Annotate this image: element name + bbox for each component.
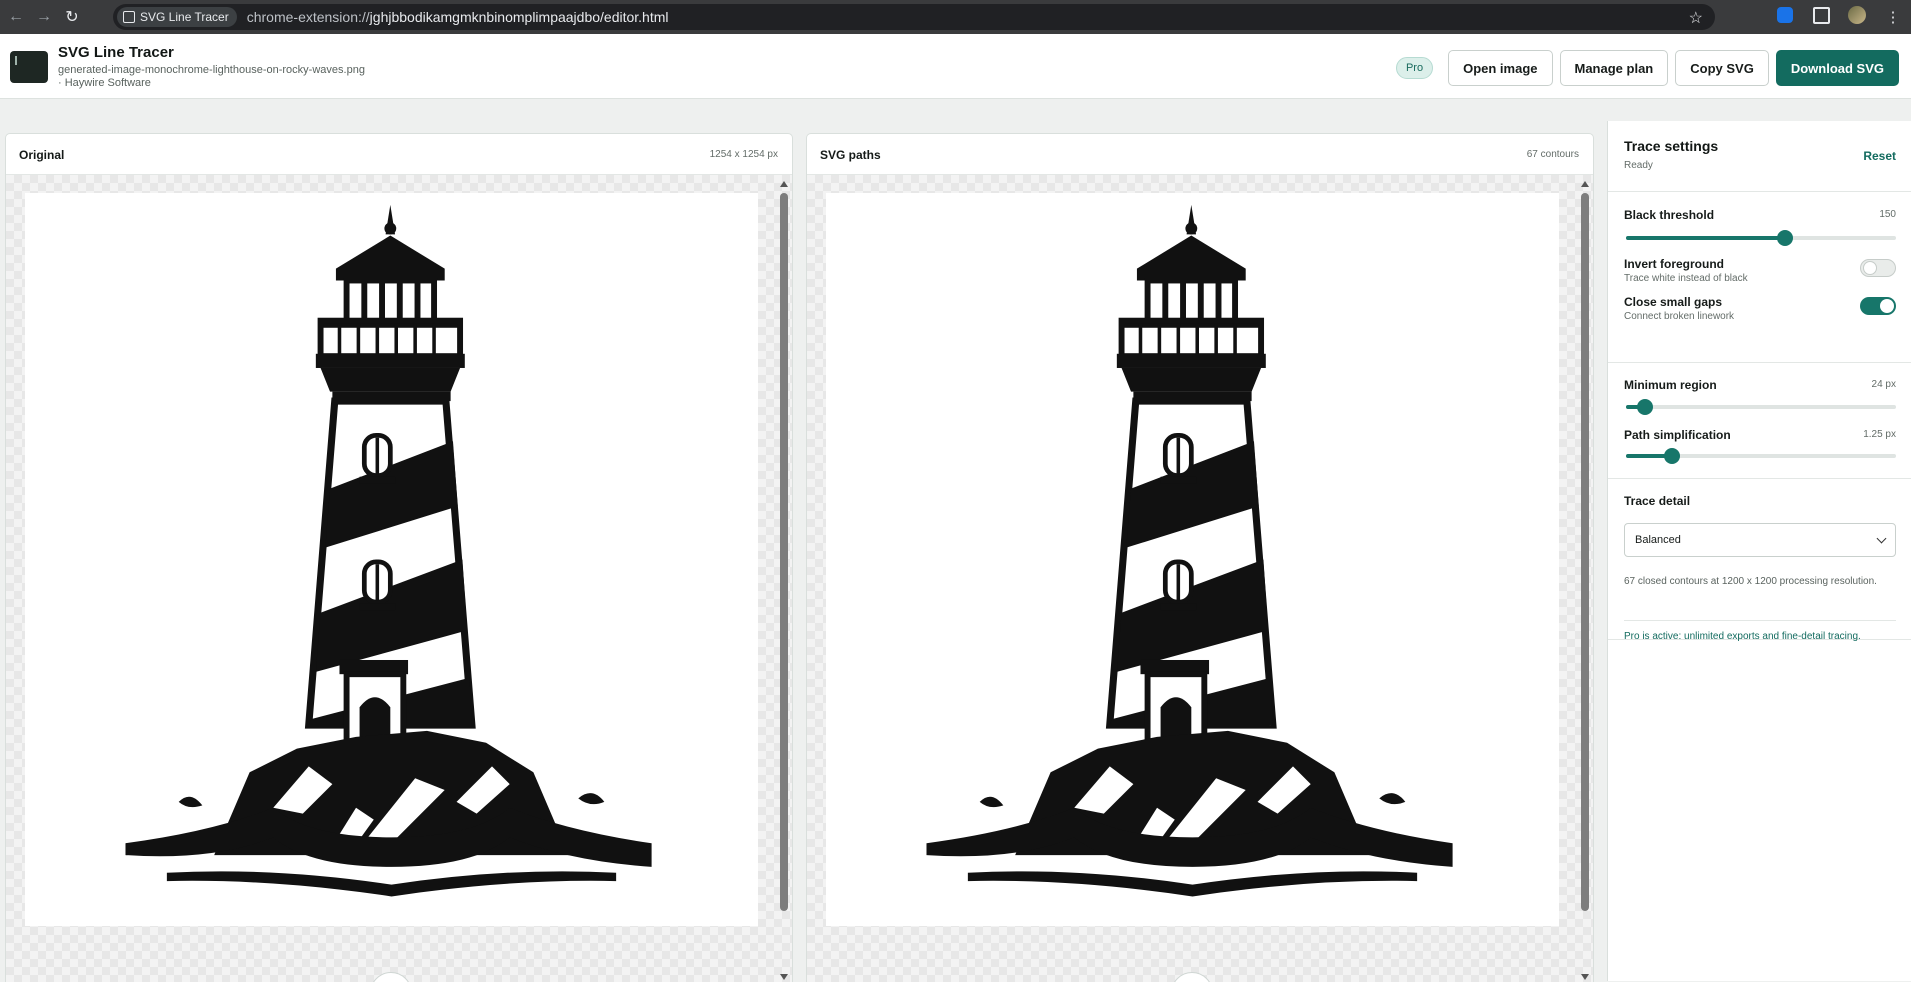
- scroll-thumb[interactable]: [780, 193, 788, 911]
- minimum-region-label: Minimum region: [1624, 378, 1717, 392]
- pro-badge: Pro: [1395, 57, 1434, 79]
- close-gaps-label: Close small gaps: [1624, 295, 1723, 309]
- open-image-button[interactable]: Open image: [1448, 50, 1553, 86]
- star-icon[interactable]: ☆: [1689, 8, 1703, 28]
- back-icon[interactable]: ←: [2, 8, 30, 26]
- lighthouse-image: [25, 193, 758, 926]
- reset-button[interactable]: Reset: [1863, 149, 1896, 163]
- file-name: generated-image-monochrome-lighthouse-on…: [58, 64, 365, 76]
- close-gaps-toggle[interactable]: [1860, 297, 1896, 315]
- download-svg-button[interactable]: Download SVG: [1775, 50, 1899, 86]
- status-text: Ready: [1624, 160, 1653, 171]
- settings-header: Trace settings Ready Reset: [1608, 121, 1911, 192]
- chevron-down-icon: [1876, 533, 1887, 544]
- detail-section: Trace detail Balanced 67 closed contours…: [1608, 479, 1911, 642]
- contour-count: 67 contours: [1526, 149, 1579, 160]
- slider-knob[interactable]: [1777, 230, 1794, 246]
- path-simplification-label: Path simplification: [1624, 428, 1731, 442]
- browser-toolbar: ← → ↻ SVG Line Tracer chrome-extension:/…: [0, 0, 1911, 34]
- invert-label: Invert foreground: [1624, 257, 1725, 271]
- copy-svg-button[interactable]: Copy SVG: [1675, 50, 1769, 86]
- trace-detail-label: Trace detail: [1624, 494, 1691, 508]
- traced-lighthouse: [826, 193, 1559, 926]
- pro-status-note: Pro is active: unlimited exports and fin…: [1624, 631, 1861, 642]
- invert-sub: Trace white instead of black: [1624, 273, 1748, 284]
- svg-canvas[interactable]: M: [807, 175, 1593, 982]
- image-dimensions: 1254 x 1254 px: [709, 149, 778, 160]
- app-header: SVG Line Tracer generated-image-monochro…: [0, 34, 1911, 99]
- region-section: Minimum region 24 px Path simplification…: [1608, 363, 1911, 479]
- app-title: SVG Line Tracer: [58, 44, 174, 61]
- black-threshold-value: 150: [1879, 209, 1896, 220]
- scroll-down-icon[interactable]: [780, 974, 788, 980]
- trace-info: 67 closed contours at 1200 x 1200 proces…: [1624, 576, 1877, 587]
- divider: [1624, 620, 1896, 621]
- avatar-icon[interactable]: [1839, 6, 1875, 28]
- black-threshold-label: Black threshold: [1624, 208, 1715, 222]
- scrollbar[interactable]: [1579, 179, 1591, 982]
- url-scheme: chrome-extension://: [246, 9, 370, 25]
- scroll-thumb[interactable]: [1581, 193, 1589, 911]
- black-threshold-slider[interactable]: [1626, 230, 1896, 246]
- trace-detail-value: Balanced: [1635, 534, 1681, 546]
- site-chip[interactable]: SVG Line Tracer: [117, 7, 237, 27]
- original-image: [25, 193, 758, 926]
- extension-icon: [123, 11, 135, 23]
- app-logo: [10, 51, 48, 83]
- reload-icon[interactable]: ↻: [58, 7, 86, 27]
- svg-preview: [826, 193, 1559, 926]
- slider-knob[interactable]: [1663, 448, 1680, 464]
- original-panel-header: Original 1254 x 1254 px: [6, 134, 792, 175]
- scroll-up-icon[interactable]: [780, 181, 788, 187]
- trace-settings-sidebar: Trace settings Ready Reset Black thresho…: [1607, 121, 1911, 981]
- vendor-name: · Haywire Software: [58, 77, 151, 89]
- path-simplification-slider[interactable]: [1626, 448, 1896, 464]
- puzzle-icon[interactable]: [1803, 6, 1839, 28]
- panel-title: Original: [19, 148, 65, 162]
- original-canvas[interactable]: +: [6, 175, 792, 982]
- site-chip-label: SVG Line Tracer: [140, 10, 229, 24]
- url-text[interactable]: chrome-extension://jghjbbodikamgmknbinom…: [247, 9, 669, 25]
- minimum-region-slider[interactable]: [1626, 399, 1896, 415]
- panel-title: SVG paths: [820, 148, 881, 162]
- slider-knob[interactable]: [1636, 399, 1653, 415]
- settings-title: Trace settings: [1624, 138, 1719, 154]
- original-panel: Original 1254 x 1254 px +: [5, 133, 793, 982]
- svg-panel: SVG paths 67 contours M: [806, 133, 1594, 982]
- minimum-region-value: 24 px: [1871, 379, 1896, 390]
- threshold-section: Black threshold 150 Invert foreground Tr…: [1608, 192, 1911, 363]
- menu-icon[interactable]: ⋮: [1875, 8, 1911, 26]
- scrollbar[interactable]: [778, 179, 790, 982]
- forward-icon[interactable]: →: [30, 8, 58, 26]
- cloud-icon[interactable]: [1767, 7, 1803, 27]
- address-bar[interactable]: SVG Line Tracer chrome-extension://jghjb…: [113, 4, 1715, 30]
- scroll-up-icon[interactable]: [1581, 181, 1589, 187]
- path-simplification-value: 1.25 px: [1863, 429, 1896, 440]
- trace-detail-select[interactable]: Balanced: [1624, 523, 1896, 557]
- svg-panel-header: SVG paths 67 contours: [807, 134, 1593, 175]
- scroll-down-icon[interactable]: [1581, 974, 1589, 980]
- invert-toggle[interactable]: [1860, 259, 1896, 277]
- manage-plan-button[interactable]: Manage plan: [1559, 50, 1669, 86]
- url-path: jghjbbodikamgmknbinomplimpaajdbo/editor.…: [369, 9, 669, 25]
- close-gaps-sub: Connect broken linework: [1624, 311, 1735, 322]
